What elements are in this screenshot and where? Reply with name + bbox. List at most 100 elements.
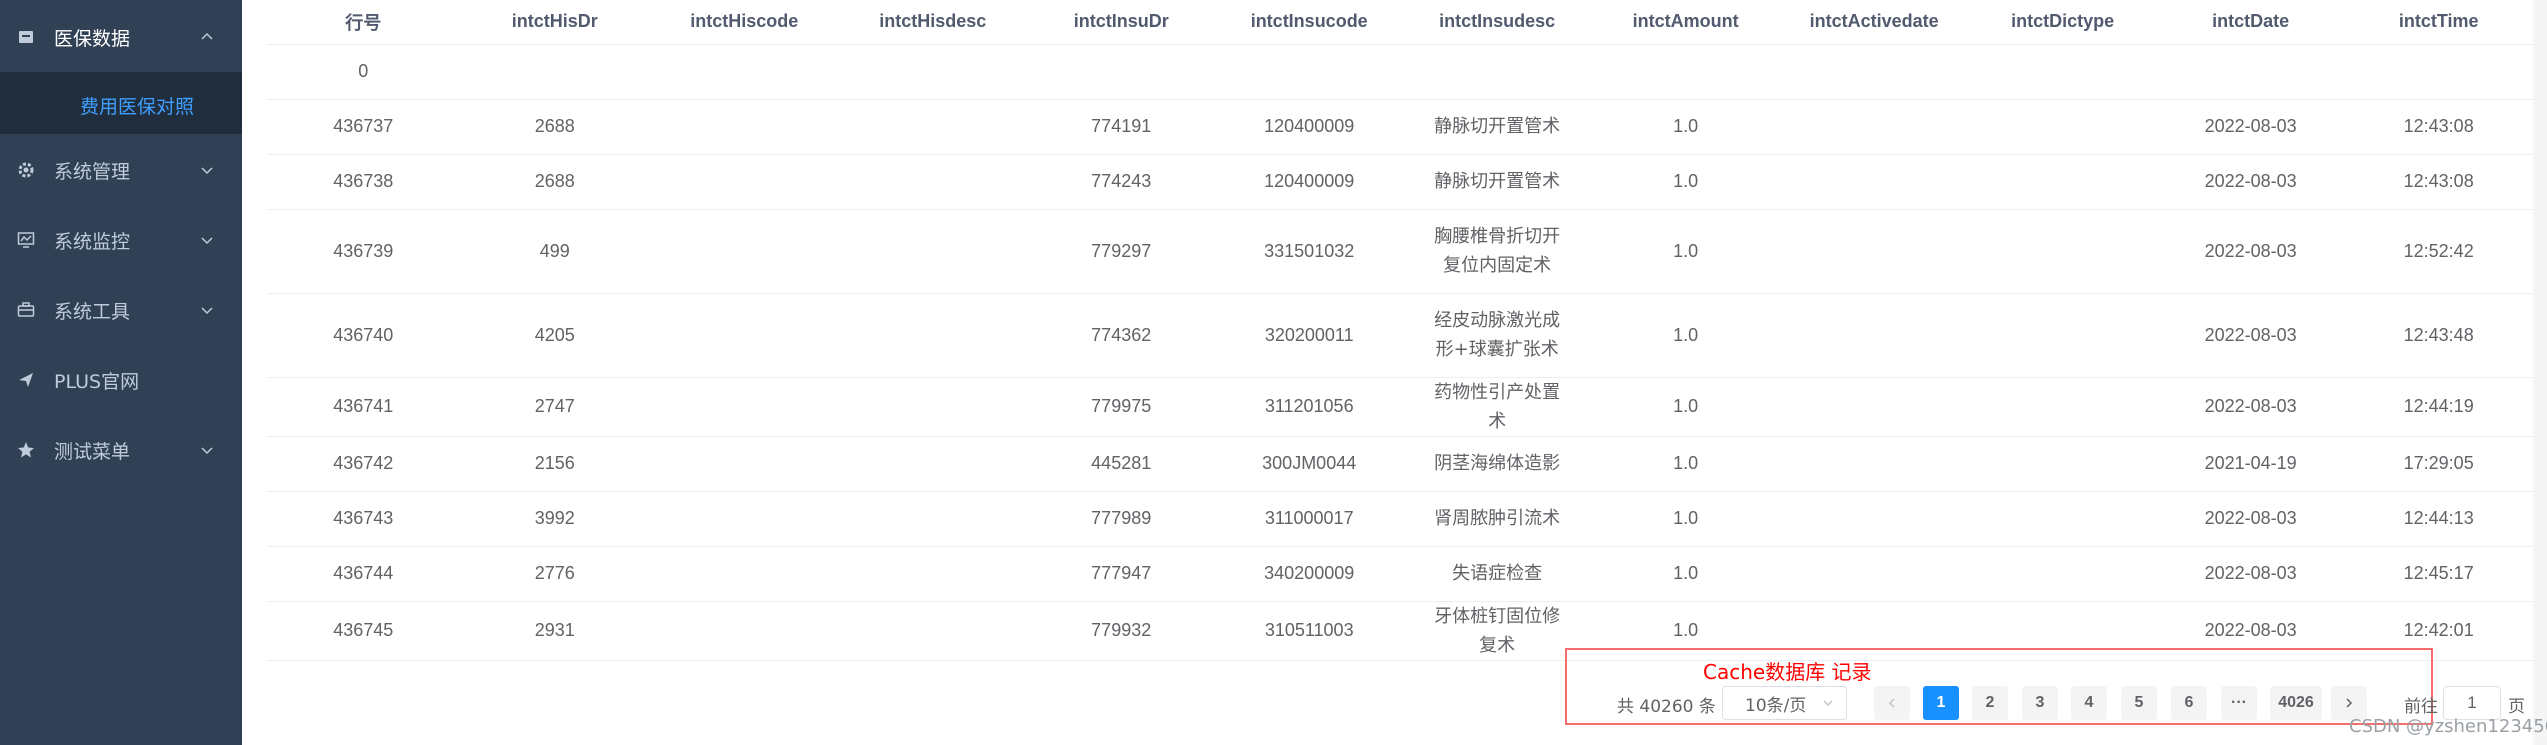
page-button[interactable]: 6 bbox=[2171, 686, 2207, 720]
table-cell bbox=[650, 436, 839, 492]
sidebar-submenu: 费用医保对照 bbox=[0, 72, 242, 134]
table-cell bbox=[838, 44, 1027, 100]
table-cell bbox=[838, 377, 1027, 437]
table-cell: 1.0 bbox=[1591, 491, 1780, 547]
table-cell bbox=[1026, 44, 1216, 100]
table-cell bbox=[838, 491, 1027, 547]
table-cell bbox=[1779, 377, 1969, 437]
page-size-select[interactable]: 10条/页 bbox=[1722, 686, 1847, 720]
table-row[interactable]: 436737 2688 774191 120400009 静脉切开置管术 1.0 2022-… bbox=[267, 99, 2533, 155]
sidebar-item-label: PLUS官网 bbox=[54, 370, 140, 393]
table-cell bbox=[838, 209, 1027, 294]
table-header-row: 行号 intctHisDr intctHiscode intctHisdesc intc… bbox=[267, 0, 2533, 45]
table-cell: 436739 bbox=[267, 209, 460, 294]
page-button[interactable]: 4 bbox=[2071, 686, 2107, 720]
table-cell bbox=[1968, 44, 2157, 100]
sidebar-item-system-management[interactable]: 系统管理 bbox=[0, 140, 242, 200]
prev-page-button[interactable] bbox=[1874, 686, 1910, 720]
column-header: intctHiscode bbox=[650, 0, 839, 45]
table-cell: 牙体桩钉固位修复术 bbox=[1402, 601, 1592, 661]
column-header: intctDate bbox=[2156, 0, 2345, 45]
table-cell bbox=[838, 601, 1027, 661]
table-cell bbox=[1779, 154, 1969, 210]
table-cell bbox=[650, 546, 839, 602]
table-row[interactable]: 0 bbox=[267, 44, 2533, 100]
table-cell: 2776 bbox=[459, 546, 650, 602]
table-cell: 2022-08-03 bbox=[2156, 377, 2345, 437]
table-cell: 436742 bbox=[267, 436, 460, 492]
table-cell: 4205 bbox=[459, 293, 650, 378]
table-cell: 445281 bbox=[1026, 436, 1216, 492]
table-cell bbox=[2344, 44, 2533, 100]
table-row[interactable]: 436742 2156 445281 300JM0044 阴茎海绵体造影 1.0 2021-… bbox=[267, 436, 2533, 492]
table-row[interactable]: 436739 499 779297 331501032 胸腰椎骨折切开复位内固定术 1.0… bbox=[267, 209, 2533, 294]
table-cell: 2022-08-03 bbox=[2156, 546, 2345, 602]
gear-icon bbox=[16, 160, 36, 180]
table-cell: 1.0 bbox=[1591, 99, 1780, 155]
table-cell bbox=[838, 546, 1027, 602]
sidebar-item-system-monitor[interactable]: 系统监控 bbox=[0, 210, 242, 270]
table-cell: 12:43:08 bbox=[2344, 99, 2533, 155]
table-cell: 药物性引产处置术 bbox=[1402, 377, 1592, 437]
table-cell: 774362 bbox=[1026, 293, 1216, 378]
table-row[interactable]: 436740 4205 774362 320200011 经皮动脉激光成形+球囊扩张术 1… bbox=[267, 293, 2533, 378]
table-cell bbox=[650, 491, 839, 547]
page-button[interactable]: 2 bbox=[1972, 686, 2008, 720]
table-cell: 12:45:17 bbox=[2344, 546, 2533, 602]
page-ellipsis-button[interactable]: ··· bbox=[2221, 686, 2257, 720]
table-cell bbox=[838, 293, 1027, 378]
table-cell: 失语症检查 bbox=[1402, 546, 1592, 602]
table-cell: 436741 bbox=[267, 377, 460, 437]
table-cell: 436740 bbox=[267, 293, 460, 378]
table-cell: 777947 bbox=[1026, 546, 1216, 602]
table-cell: 0 bbox=[267, 44, 460, 100]
table-cell: 2931 bbox=[459, 601, 650, 661]
table-row[interactable]: 436738 2688 774243 120400009 静脉切开置管术 1.0 2022-… bbox=[267, 154, 2533, 210]
table-cell: 436738 bbox=[267, 154, 460, 210]
table-cell: 经皮动脉激光成形+球囊扩张术 bbox=[1402, 293, 1592, 378]
table-row[interactable]: 436744 2776 777947 340200009 失语症检查 1.0 2022-08… bbox=[267, 546, 2533, 602]
sidebar-item-system-tools[interactable]: 系统工具 bbox=[0, 280, 242, 340]
chevron-down-icon bbox=[201, 447, 213, 455]
page-button[interactable]: 3 bbox=[2022, 686, 2058, 720]
page-button[interactable]: 5 bbox=[2121, 686, 2157, 720]
table-cell: 436743 bbox=[267, 491, 460, 547]
table-cell: 779297 bbox=[1026, 209, 1216, 294]
table-cell bbox=[1779, 99, 1969, 155]
chevron-up-icon bbox=[201, 32, 213, 40]
table-cell: 774191 bbox=[1026, 99, 1216, 155]
column-header: 行号 bbox=[267, 0, 460, 45]
table-cell bbox=[2156, 44, 2345, 100]
star-icon bbox=[16, 440, 36, 460]
page-button[interactable]: 1 bbox=[1923, 686, 1959, 720]
table-cell bbox=[650, 44, 839, 100]
table-cell: 胸腰椎骨折切开复位内固定术 bbox=[1402, 209, 1592, 294]
table-row[interactable]: 436743 3992 777989 311000017 肾周脓肿引流术 1.0 2022-… bbox=[267, 491, 2533, 547]
table-cell bbox=[1779, 546, 1969, 602]
sidebar-item-insurance-data[interactable]: 医保数据 bbox=[0, 7, 242, 67]
goto-page-input[interactable] bbox=[2443, 686, 2501, 720]
table-cell: 2021-04-19 bbox=[2156, 436, 2345, 492]
chevron-down-icon bbox=[201, 237, 213, 245]
table-cell: 311000017 bbox=[1215, 491, 1403, 547]
sidebar-item-plus-website[interactable]: PLUS官网 bbox=[0, 350, 242, 410]
sidebar-subitem-fee-mapping[interactable]: 费用医保对照 bbox=[80, 92, 194, 119]
table-cell bbox=[650, 377, 839, 437]
page-button[interactable]: 4026 bbox=[2270, 686, 2322, 720]
table-cell: 340200009 bbox=[1215, 546, 1403, 602]
table-cell bbox=[1968, 377, 2157, 437]
table-cell: 静脉切开置管术 bbox=[1402, 99, 1592, 155]
table-cell: 2747 bbox=[459, 377, 650, 437]
table-cell: 阴茎海绵体造影 bbox=[1402, 436, 1592, 492]
next-page-button[interactable] bbox=[2331, 686, 2367, 720]
sidebar-item-test-menu[interactable]: 测试菜单 bbox=[0, 420, 242, 480]
table-cell: 777989 bbox=[1026, 491, 1216, 547]
chevron-down-icon bbox=[201, 307, 213, 315]
table-row[interactable]: 436741 2747 779975 311201056 药物性引产处置术 1.0 2022… bbox=[267, 377, 2533, 437]
vertical-scrollbar[interactable] bbox=[2533, 0, 2547, 745]
column-header: intctInsucode bbox=[1215, 0, 1403, 45]
page-size-value: 10条/页 bbox=[1745, 695, 1807, 716]
sidebar: 医保数据 费用医保对照 系统管理 系统监控 系统工具 PLUS官网 测试菜单 bbox=[0, 0, 242, 745]
table-cell: 499 bbox=[459, 209, 650, 294]
table-cell: 120400009 bbox=[1215, 154, 1403, 210]
